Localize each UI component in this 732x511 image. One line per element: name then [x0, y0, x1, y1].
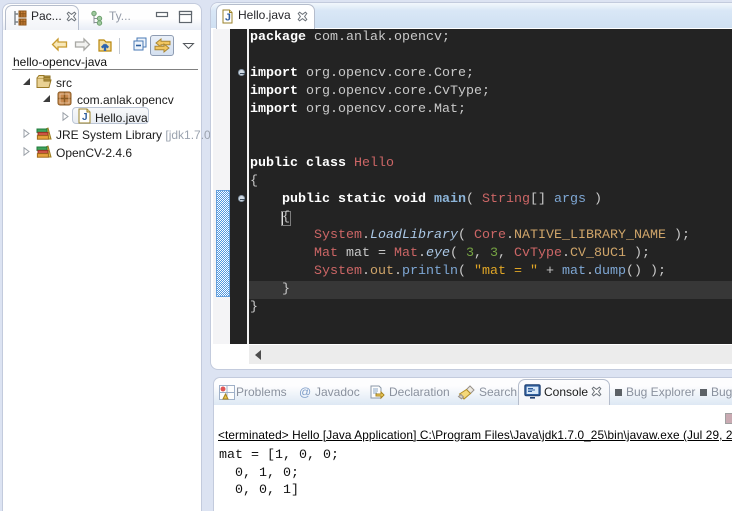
svg-text:J: J — [82, 112, 88, 123]
svg-text:J: J — [225, 12, 231, 24]
